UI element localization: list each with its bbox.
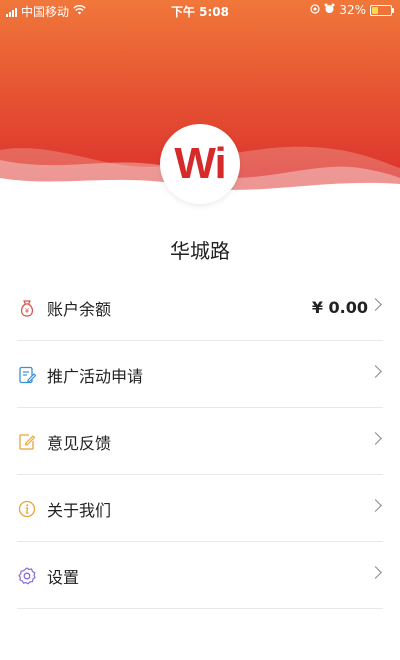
menu-item-promotion-application[interactable]: 推广活动申请 [0,341,400,408]
chevron-right-icon [369,499,382,512]
menu-item-settings[interactable]: 设置 [0,542,400,609]
profile-screen: 中国移动 下午 5:08 32% Wi 华城路 ¥ 账户余额 ¥ 0.00 推广… [0,0,400,660]
header-banner: 中国移动 下午 5:08 32% Wi [0,0,400,210]
menu-item-feedback[interactable]: 意见反馈 [0,408,400,475]
svg-text:¥: ¥ [25,307,30,315]
battery-icon [370,4,394,16]
chevron-right-icon [369,298,382,311]
store-name: 华城路 [170,239,230,263]
balance-value: ¥ 0.00 [311,298,368,317]
chevron-right-icon [369,432,382,445]
battery-percent: 32% [339,3,366,17]
chevron-right-icon [369,365,382,378]
alarm-icon [324,3,335,17]
logo-avatar: Wi [160,124,240,204]
menu-item-about-us[interactable]: 关于我们 [0,475,400,542]
chevron-right-icon [369,566,382,579]
money-bag-icon: ¥ [17,298,37,318]
info-icon [17,499,37,519]
feedback-edit-icon [17,432,37,452]
location-icon [310,3,320,17]
menu-label: 意见反馈 [47,433,112,453]
status-bar: 中国移动 下午 5:08 32% [0,0,400,22]
menu-label: 设置 [47,567,80,587]
document-edit-icon [17,365,37,385]
menu-label: 关于我们 [47,500,112,520]
menu-item-account-balance[interactable]: ¥ 账户余额 ¥ 0.00 [0,274,400,341]
menu-label: 账户余额 [47,299,112,319]
menu-label: 推广活动申请 [47,366,144,386]
gear-icon [17,566,37,586]
menu-list: ¥ 账户余额 ¥ 0.00 推广活动申请 意见反馈 关于我们 设置 [0,274,400,609]
logo-text: Wi [174,139,226,188]
